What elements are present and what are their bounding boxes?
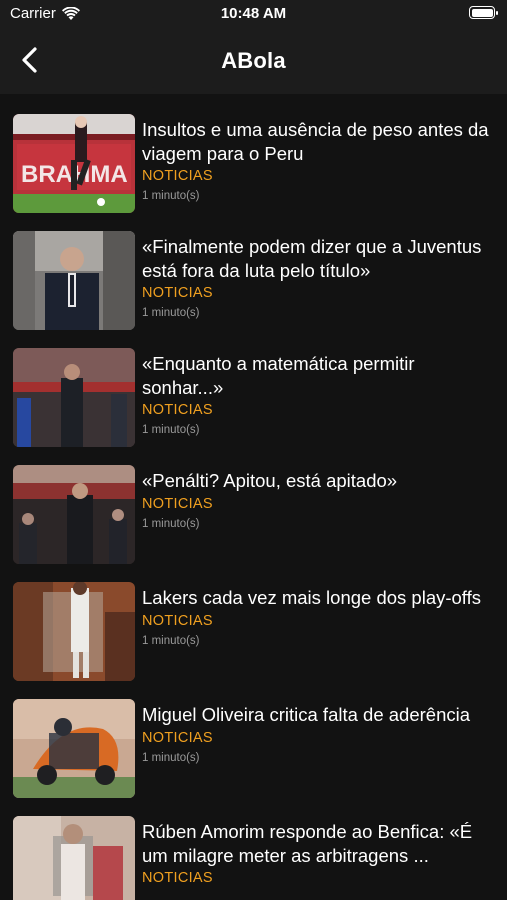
article-title: «Enquanto a matemática permitir sonhar..… — [142, 353, 415, 398]
article-time: 1 minuto(s) — [142, 424, 200, 436]
article-item[interactable]: Lakers cada vez mais longe dos play-offs… — [0, 562, 507, 681]
article-item[interactable]: «Enquanto a matemática permitir sonhar..… — [0, 328, 507, 447]
article-time: 1 minuto(s) — [142, 517, 200, 530]
article-thumbnail — [13, 231, 135, 330]
article-thumbnail — [13, 348, 135, 447]
battery-icon — [469, 6, 498, 19]
article-title: Miguel Oliveira critica falta de aderênc… — [142, 704, 471, 725]
article-item[interactable]: «Finalmente podem dizer que a Juventus e… — [0, 211, 507, 330]
article-list[interactable]: BRAHMA Insultos e uma ausência de peso a… — [0, 94, 507, 900]
navigation-bar: ABola — [0, 28, 507, 94]
article-category: NOTICIAS — [142, 870, 213, 886]
article-thumbnail — [13, 465, 135, 564]
article-time: 1 minuto(s) — [142, 307, 200, 319]
article-time: 1 minuto(s) — [142, 190, 200, 202]
article-title: Lakers cada vez mais longe dos play-offs — [142, 587, 482, 608]
status-bar: Carrier 10:48 AM — [0, 0, 507, 28]
article-title: «Finalmente podem dizer que a Juventus e… — [142, 236, 482, 281]
article-time: 1 minuto(s) — [142, 634, 200, 647]
article-category: NOTICIAS — [142, 495, 213, 512]
article-item[interactable]: BRAHMA Insultos e uma ausência de peso a… — [0, 94, 507, 213]
article-item[interactable]: Rúben Amorim responde ao Benfica: «É um … — [0, 796, 507, 900]
article-title: «Penálti? Apitou, está apitado» — [142, 470, 398, 491]
article-category: NOTICIAS — [142, 612, 213, 629]
article-category: NOTICIAS — [142, 729, 213, 746]
article-title: Insultos e uma ausência de peso antes da… — [142, 119, 489, 164]
page-title: ABola — [221, 48, 286, 73]
article-category: NOTICIAS — [142, 168, 213, 184]
article-title: Rúben Amorim responde ao Benfica: «É um … — [142, 821, 473, 866]
article-category: NOTICIAS — [142, 402, 213, 418]
article-item[interactable]: «Penálti? Apitou, está apitado» NOTICIAS… — [0, 445, 507, 564]
status-time: 10:48 AM — [220, 5, 287, 22]
article-item[interactable]: Miguel Oliveira critica falta de aderênc… — [0, 679, 507, 798]
article-thumbnail: BRAHMA — [13, 114, 135, 213]
article-category: NOTICIAS — [142, 285, 213, 301]
article-time: 1 minuto(s) — [142, 751, 200, 764]
article-thumbnail — [13, 816, 135, 900]
article-thumbnail — [13, 699, 135, 798]
article-thumbnail — [13, 582, 135, 681]
